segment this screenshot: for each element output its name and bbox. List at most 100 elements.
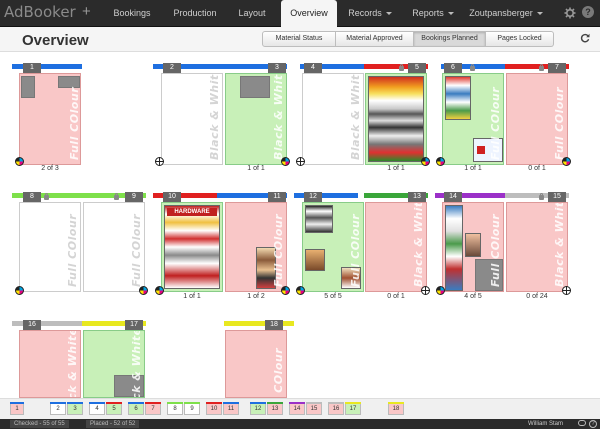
bookings-count: 1 of 1 <box>183 293 201 300</box>
nav-zoutpansberger[interactable]: Zoutpansberger <box>465 0 547 27</box>
add-booking-button[interactable]: + <box>82 3 91 20</box>
thumb-page-label: 15 <box>310 406 318 412</box>
page-18[interactable]: Full COlour <box>225 330 287 398</box>
thumb-page-9[interactable]: 9 <box>184 402 200 415</box>
thumb-page-label: 10 <box>210 406 218 412</box>
lock-icon <box>44 193 49 200</box>
help-icon[interactable]: ? <box>589 420 597 428</box>
advert-image[interactable] <box>305 205 333 233</box>
thumb-page-12[interactable]: 12 <box>250 402 266 415</box>
advert-image[interactable] <box>305 249 325 271</box>
page-header: Overview Material Status Material Approv… <box>0 27 600 52</box>
advert-image[interactable]: HARDWARE <box>164 205 220 289</box>
nav-layout-label: Layout <box>238 8 266 18</box>
page-11[interactable]: Full COlour <box>225 202 287 292</box>
thumb-page-7[interactable]: 7 <box>145 402 161 415</box>
page-12[interactable]: Full COlour <box>302 202 364 292</box>
thumb-page-10[interactable]: 10 <box>206 402 222 415</box>
thumb-page-5[interactable]: 5 <box>106 402 122 415</box>
advert-image[interactable] <box>445 76 471 120</box>
chat-icon[interactable] <box>578 420 586 426</box>
thumb-page-8[interactable]: 8 <box>167 402 183 415</box>
nav-overview[interactable]: Overview <box>281 0 337 27</box>
ad-placement[interactable] <box>21 76 35 98</box>
full-colour-label: Full COlour <box>489 86 502 160</box>
ad-placement[interactable] <box>240 76 270 98</box>
page-9[interactable]: Full COlour <box>83 202 145 292</box>
nav-bookings[interactable]: Bookings <box>98 0 166 27</box>
nav-reports[interactable]: Reports <box>405 0 461 27</box>
page-number-tab: 5 <box>408 63 426 73</box>
app-brand[interactable]: AdBooker <box>4 3 76 21</box>
page-5[interactable] <box>365 73 427 165</box>
thumb-page-18[interactable]: 18 <box>388 402 404 415</box>
thumb-page-2[interactable]: 2 <box>50 402 66 415</box>
bookings-count: 0 of 24 <box>526 293 548 300</box>
current-user[interactable]: William Stam <box>528 419 563 429</box>
thumb-page-17[interactable]: 17 <box>345 402 361 415</box>
material-approved-button[interactable]: Material Approved <box>336 31 414 47</box>
page-3[interactable]: Black & White <box>225 73 287 165</box>
chevron-down-icon <box>385 12 392 16</box>
page-number-tab: 7 <box>548 63 566 73</box>
advert-image[interactable] <box>465 233 481 257</box>
page-10[interactable]: HARDWARE <box>161 202 223 292</box>
thumb-page-14[interactable]: 14 <box>289 402 305 415</box>
thumb-page-label: 5 <box>112 406 116 412</box>
thumb-page-16[interactable]: 16 <box>328 402 344 415</box>
registration-mark-icon <box>296 157 305 166</box>
thumb-page-1[interactable]: 1 <box>10 402 24 415</box>
page-15[interactable]: Black & White <box>506 202 568 292</box>
page-1[interactable]: Full COlour <box>19 73 81 165</box>
thumb-page-label: 17 <box>349 406 357 412</box>
thumb-page-11[interactable]: 11 <box>223 402 239 415</box>
thumb-page-15[interactable]: 15 <box>306 402 322 415</box>
thumb-section-color <box>106 402 122 404</box>
section-bar <box>224 321 294 326</box>
thumb-page-6[interactable]: 6 <box>128 402 144 415</box>
page-17[interactable]: Black & White <box>83 330 145 398</box>
thumb-page-label: 3 <box>73 406 77 412</box>
color-wheel-icon <box>15 157 24 166</box>
page-13[interactable]: Black & White <box>365 202 427 292</box>
thumb-page-3[interactable]: 3 <box>67 402 83 415</box>
page-2[interactable]: Black & White <box>161 73 223 165</box>
advert-image[interactable] <box>368 76 424 162</box>
page-7[interactable]: Full COlour <box>506 73 568 165</box>
thumb-page-label: 6 <box>134 406 138 412</box>
bookings-count: 1 of 1 <box>387 165 405 172</box>
gear-icon[interactable] <box>564 7 576 19</box>
page-14[interactable]: Full COlour <box>442 202 504 292</box>
black-white-label: Black & White <box>349 73 362 160</box>
page-4[interactable]: Black & White <box>302 73 364 165</box>
help-icon[interactable]: ? <box>582 6 594 18</box>
thumb-page-4[interactable]: 4 <box>89 402 105 415</box>
pages-overview-canvas: 1 Full COlour 2 of 3 2 Black & White 3 B… <box>0 53 600 398</box>
bookings-count: 0 of 1 <box>387 293 405 300</box>
bookings-planned-button[interactable]: Bookings Planned <box>414 31 486 47</box>
page-6[interactable]: Full COlour <box>442 73 504 165</box>
thumb-section-color <box>67 402 83 404</box>
page-number-tab: 3 <box>268 63 286 73</box>
nav-production-label: Production <box>173 8 217 18</box>
bookings-count: 4 of 5 <box>464 293 482 300</box>
top-navbar: AdBooker + Bookings Production Layout Ov… <box>0 0 600 27</box>
nav-reports-label: Reports <box>412 8 444 18</box>
page-16[interactable]: Black & White <box>19 330 81 398</box>
refresh-icon[interactable] <box>580 33 590 43</box>
page-8[interactable]: Full COlour <box>19 202 81 292</box>
color-wheel-icon <box>562 157 571 166</box>
page-number-tab: 10 <box>163 192 181 202</box>
thumb-section-color <box>250 402 266 404</box>
advert-image[interactable] <box>445 205 463 291</box>
nav-production[interactable]: Production <box>166 0 224 27</box>
nav-records[interactable]: Records <box>340 0 400 27</box>
thumb-section-color <box>306 402 322 404</box>
thumb-page-13[interactable]: 13 <box>267 402 283 415</box>
black-white-label: Black & White <box>66 330 79 398</box>
thumb-section-color <box>206 402 222 404</box>
material-status-button[interactable]: Material Status <box>262 31 336 47</box>
nav-layout[interactable]: Layout <box>224 0 280 27</box>
pages-locked-button[interactable]: Pages Locked <box>486 31 554 47</box>
page-number-tab: 14 <box>444 192 462 202</box>
